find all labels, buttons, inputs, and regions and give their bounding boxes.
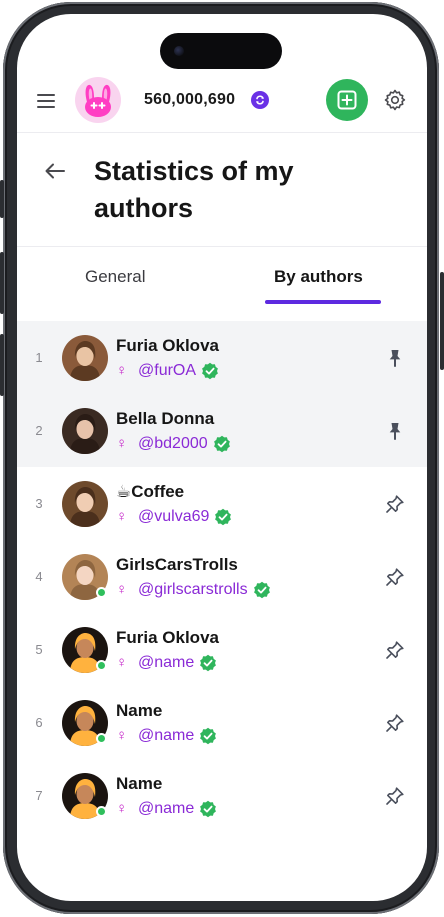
app-header: 560,000,690 [17, 76, 427, 134]
verified-badge-icon [253, 581, 270, 599]
author-row[interactable]: 3 ☕Coffee ♀ @vulva69 [17, 467, 427, 540]
author-row[interactable]: 2 Bella Donna ♀ @bd2000 [17, 394, 427, 467]
phone-action-button [0, 180, 4, 218]
author-rank: 3 [35, 496, 43, 511]
verified-badge-icon [215, 508, 232, 526]
female-gender-icon: ♀ [116, 435, 128, 452]
author-rank: 1 [35, 350, 43, 365]
pin-icon[interactable] [384, 639, 406, 661]
front-camera [174, 46, 184, 56]
phone-power-button [440, 272, 444, 370]
plus-square-icon [337, 90, 357, 110]
coin-icon [251, 91, 269, 109]
pin-filled-icon[interactable] [384, 347, 406, 369]
gear-icon[interactable] [383, 88, 407, 112]
title-divider [17, 246, 427, 247]
pin-icon[interactable] [384, 493, 406, 515]
female-gender-icon: ♀ [116, 581, 128, 598]
verified-badge-icon [213, 435, 230, 453]
author-avatar[interactable] [62, 335, 108, 381]
author-handle[interactable]: @bd2000 [138, 434, 208, 454]
create-post-button[interactable] [326, 79, 368, 121]
page-title: Statistics of my authors [94, 156, 294, 223]
author-row[interactable]: 5 Furia Oklova ♀ @name [17, 613, 427, 686]
author-rank: 2 [35, 423, 43, 438]
female-gender-icon: ♀ [116, 800, 128, 817]
author-rank: 5 [35, 642, 43, 657]
phone-volume-down-button [0, 334, 4, 396]
author-avatar[interactable] [62, 408, 108, 454]
author-row[interactable]: 7 Name ♀ @name [17, 759, 427, 832]
pin-icon[interactable] [384, 785, 406, 807]
author-rank: 7 [35, 788, 43, 803]
verified-badge-icon [200, 727, 217, 745]
arrow-left-icon [45, 163, 65, 179]
app-screen: 560,000,690 Statistics of my authors Gen… [17, 14, 427, 901]
pin-icon[interactable] [384, 712, 406, 734]
author-name[interactable]: Name [116, 700, 162, 722]
author-name[interactable]: Bella Donna [116, 408, 214, 430]
verified-badge-icon [200, 654, 217, 672]
online-status-dot [96, 660, 107, 671]
author-row[interactable]: 1 Furia Oklova ♀ @furOA [17, 321, 427, 394]
author-name[interactable]: Furia Oklova [116, 335, 219, 357]
author-row[interactable]: 6 Name ♀ @name [17, 686, 427, 759]
author-handle[interactable]: @name [138, 726, 194, 746]
header-divider [17, 132, 427, 133]
phone-volume-up-button [0, 252, 4, 314]
online-status-dot [96, 587, 107, 598]
pin-filled-icon[interactable] [384, 420, 406, 442]
pin-icon[interactable] [384, 566, 406, 588]
female-gender-icon: ♀ [116, 727, 128, 744]
back-button[interactable] [44, 161, 66, 181]
author-row[interactable]: 4 GirlsCarsTrolls ♀ @girlscarstrolls [17, 540, 427, 613]
author-rank: 6 [35, 715, 43, 730]
female-gender-icon: ♀ [116, 508, 128, 525]
online-status-dot [96, 733, 107, 744]
verified-badge-icon [202, 362, 218, 380]
author-name[interactable]: ☕Coffee [116, 481, 184, 503]
balance-amount: 560,000,690 [144, 91, 236, 108]
author-handle[interactable]: @name [138, 799, 194, 819]
verified-badge-icon [200, 800, 217, 818]
female-gender-icon: ♀ [116, 362, 128, 379]
author-avatar[interactable] [62, 481, 108, 527]
author-name[interactable]: GirlsCarsTrolls [116, 554, 238, 576]
online-status-dot [96, 806, 107, 817]
author-handle[interactable]: @girlscarstrolls [138, 580, 248, 600]
author-handle[interactable]: @name [138, 653, 194, 673]
dynamic-island [160, 33, 282, 69]
author-handle[interactable]: @furOA [138, 361, 196, 381]
menu-icon[interactable] [37, 92, 57, 110]
author-name[interactable]: Name [116, 773, 162, 795]
female-gender-icon: ♀ [116, 654, 128, 671]
active-tab-indicator [265, 300, 381, 304]
author-handle[interactable]: @vulva69 [138, 507, 209, 527]
author-name[interactable]: Furia Oklova [116, 627, 219, 649]
tab-by-authors[interactable]: By authors [274, 266, 363, 288]
tab-general[interactable]: General [85, 266, 145, 288]
author-rank: 4 [35, 569, 43, 584]
bunny-logo-icon[interactable] [75, 77, 121, 123]
